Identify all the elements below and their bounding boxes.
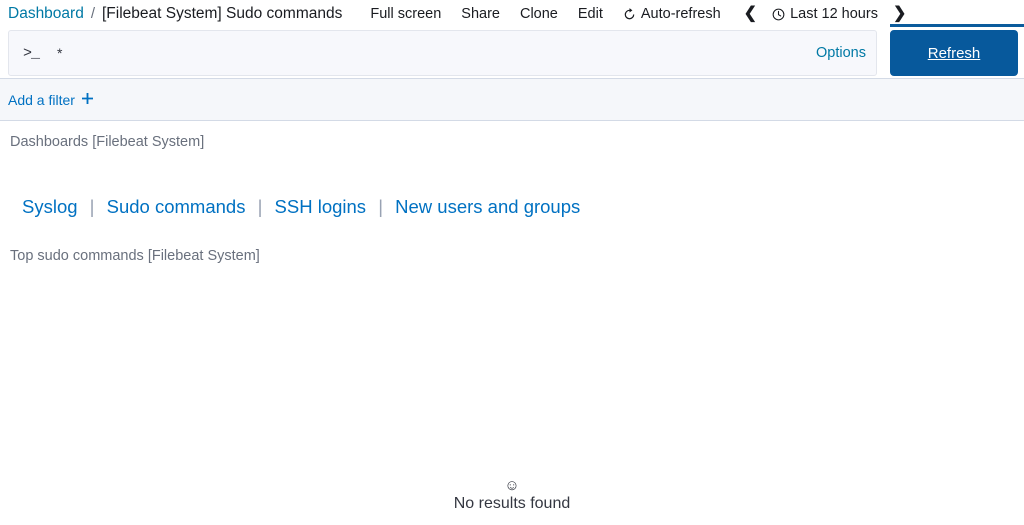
nav-separator: | (378, 196, 384, 217)
nav-link-ssh-logins[interactable]: SSH logins (275, 196, 367, 217)
no-results-text: No results found (453, 495, 571, 512)
nav-separator: | (89, 196, 95, 217)
breadcrumb-dashboard-link[interactable]: Dashboard (8, 5, 84, 23)
console-prompt-icon: >_ (23, 44, 40, 62)
nav-link-syslog[interactable]: Syslog (22, 196, 78, 217)
time-picker: ❮ Last 12 hours ❯ (737, 0, 914, 28)
full-screen-label: Full screen (370, 6, 442, 22)
add-filter-label: Add a filter (8, 91, 75, 108)
clone-button[interactable]: Clone (510, 0, 568, 28)
no-results-message: ☺ No results found (0, 478, 1024, 514)
search-input[interactable] (57, 45, 807, 61)
plus-icon (81, 92, 93, 107)
filter-bar: Add a filter (0, 78, 1024, 121)
time-picker-accent-underline (890, 24, 1024, 27)
time-range-button[interactable]: Last 12 hours (764, 0, 886, 28)
time-range-label: Last 12 hours (790, 6, 878, 22)
nav-link-sudo-commands[interactable]: Sudo commands (107, 196, 246, 217)
nav-separator: | (257, 196, 263, 217)
refresh-icon (623, 7, 636, 21)
breadcrumb-current-title: [Filebeat System] Sudo commands (102, 5, 343, 22)
dashboard-nav-links: Syslog | Sudo commands | SSH logins | Ne… (8, 150, 1016, 218)
breadcrumb-separator: / (90, 5, 95, 22)
full-screen-button[interactable]: Full screen (360, 0, 451, 28)
time-previous-button[interactable]: ❮ (737, 0, 764, 28)
share-button[interactable]: Share (451, 0, 510, 28)
share-label: Share (461, 6, 500, 22)
clone-label: Clone (519, 6, 558, 22)
auto-refresh-label: Auto-refresh (640, 6, 721, 22)
search-input-container[interactable]: >_ Options (8, 30, 877, 76)
edit-button[interactable]: Edit (568, 0, 613, 28)
face-icon: ☺ (504, 477, 520, 494)
top-navigation-bar: Dashboard / [Filebeat System] Sudo comma… (0, 0, 1024, 28)
edit-label: Edit (577, 6, 603, 22)
dashboard-actions-menu: Full screen Share Clone Edit Auto-refres… (360, 0, 730, 28)
query-bar-row: >_ Options Refresh (0, 28, 1024, 78)
add-filter-button[interactable]: Add a filter (8, 92, 93, 108)
auto-refresh-button[interactable]: Auto-refresh (613, 0, 731, 28)
panel-title-top-sudo-commands: Top sudo commands [Filebeat System] (10, 248, 260, 264)
dashboard-content: Dashboards [Filebeat System] Syslog | Su… (0, 121, 1024, 264)
panel-title-dashboards: Dashboards [Filebeat System] (10, 134, 205, 150)
clock-icon (772, 8, 785, 21)
nav-link-new-users-and-groups[interactable]: New users and groups (395, 196, 580, 217)
breadcrumb: Dashboard / [Filebeat System] Sudo comma… (8, 5, 342, 23)
refresh-button[interactable]: Refresh (890, 30, 1018, 76)
query-options-button[interactable]: Options (806, 45, 866, 61)
